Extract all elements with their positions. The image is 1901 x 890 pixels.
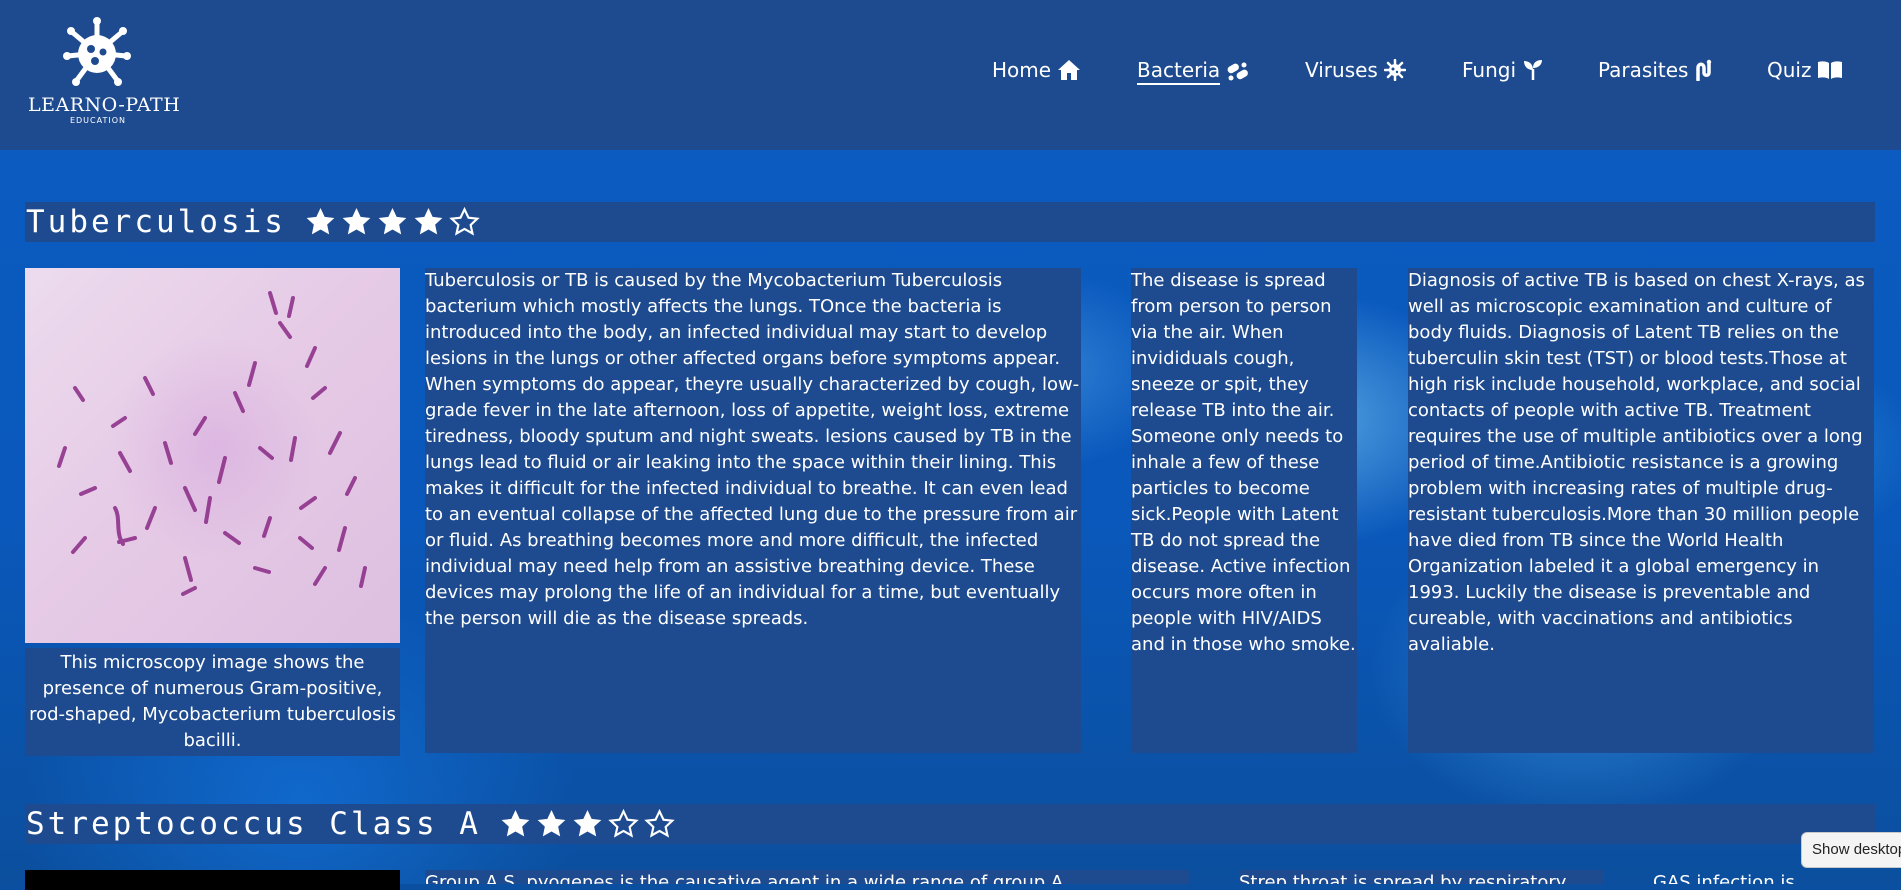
microscopy-image: [25, 268, 400, 643]
nav-quiz-label: Quiz: [1767, 58, 1812, 82]
section-title-bar: Streptococcus Class A: [25, 804, 1875, 844]
nav-parasites[interactable]: Parasites: [1598, 58, 1714, 82]
section-title: Streptococcus Class A: [26, 806, 481, 842]
nav-home-label: Home: [992, 58, 1052, 82]
site-header: LEARNO-PATH EDUCATION Home Bacteria Viru…: [0, 0, 1901, 150]
site-logo[interactable]: LEARNO-PATH EDUCATION: [28, 16, 181, 126]
seedling-icon: [1524, 60, 1543, 80]
star-filled-icon: [535, 808, 568, 840]
brand-tagline: EDUCATION: [69, 116, 127, 125]
show-desktop-button[interactable]: Show desktop: [1801, 832, 1901, 868]
star-empty-icon: [607, 808, 640, 840]
nav-fungi[interactable]: Fungi: [1462, 58, 1544, 82]
star-filled-icon: [571, 808, 604, 840]
nav-parasites-label: Parasites: [1598, 58, 1689, 82]
rating-stars: [304, 206, 481, 238]
home-icon: [1058, 60, 1081, 80]
virus-icon: [1383, 59, 1406, 81]
star-filled-icon: [499, 808, 532, 840]
star-filled-icon: [340, 206, 373, 238]
star-filled-icon: [376, 206, 409, 238]
bacilli-illustration: [57, 291, 367, 596]
description-column-1: Group A S. pyogenes is the causative age…: [425, 870, 1189, 884]
nav-viruses[interactable]: Viruses: [1305, 58, 1406, 82]
nav-bacteria-label: Bacteria: [1137, 58, 1221, 85]
bacteria-icon: [1227, 62, 1249, 80]
nav-home[interactable]: Home: [992, 58, 1081, 82]
nav-bacteria[interactable]: Bacteria: [1137, 58, 1250, 85]
book-icon: [1818, 61, 1843, 79]
description-column-2: Strep throat is spread by respiratory: [1239, 870, 1603, 884]
star-empty-icon: [448, 206, 481, 238]
nav-fungi-label: Fungi: [1462, 58, 1517, 82]
section-title: Tuberculosis: [26, 204, 286, 240]
worm-icon: [1696, 59, 1712, 81]
description-column-3: Diagnosis of active TB is based on chest…: [1408, 268, 1874, 753]
nav-quiz[interactable]: Quiz: [1767, 58, 1843, 82]
virus-logo-icon: [63, 17, 131, 86]
star-filled-icon: [304, 206, 337, 238]
brand-name: LEARNO-PATH: [28, 94, 181, 116]
description-column-2: The disease is spread from person to per…: [1131, 268, 1357, 753]
nav-viruses-label: Viruses: [1305, 58, 1378, 82]
description-column-1: Tuberculosis or TB is caused by the Myco…: [425, 268, 1081, 753]
image-caption: This microscopy image shows the presence…: [25, 648, 400, 756]
rating-stars: [499, 808, 676, 840]
section-title-bar: Tuberculosis: [25, 202, 1875, 242]
section-image: [25, 870, 400, 890]
star-empty-icon: [643, 808, 676, 840]
description-column-3: GAS infection is: [1653, 872, 1795, 884]
star-filled-icon: [412, 206, 445, 238]
